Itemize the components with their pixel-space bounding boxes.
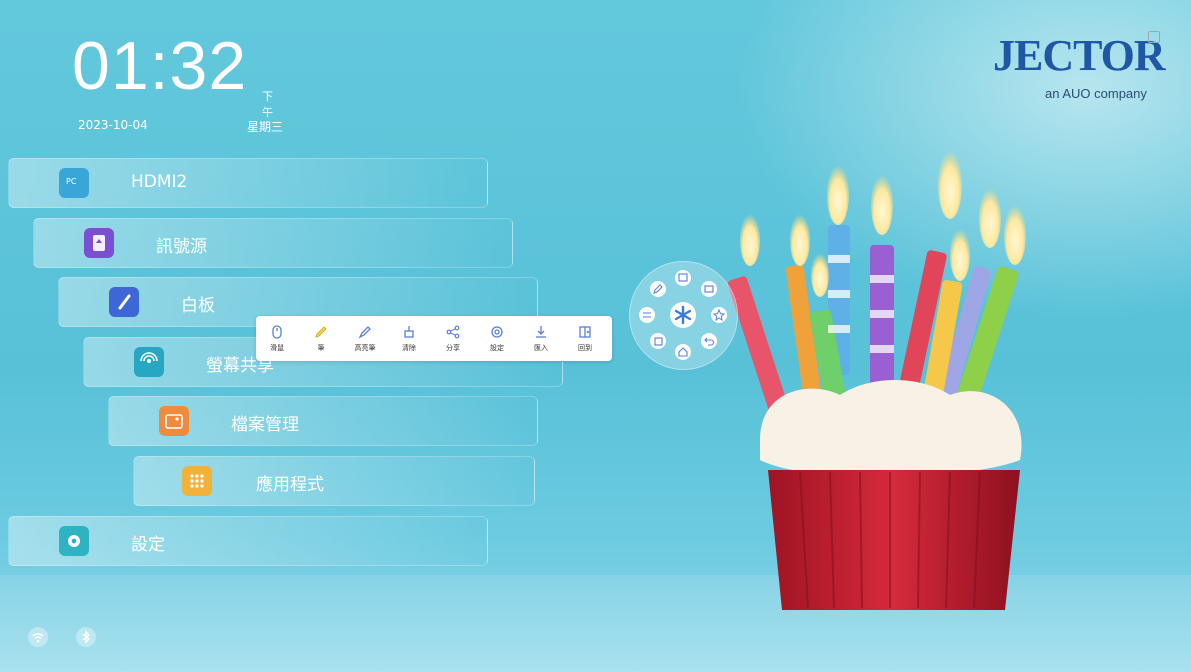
tool-settings[interactable]: 設定	[482, 324, 512, 353]
asterisk-icon	[674, 305, 692, 325]
tool-mouse[interactable]: 滑鼠	[262, 324, 292, 353]
wheel-home-button[interactable]	[675, 344, 691, 360]
wheel-back-button[interactable]	[701, 333, 717, 349]
menu-item-hdmi2[interactable]: PC HDMI2	[8, 158, 488, 208]
bluetooth-glyph	[76, 627, 96, 647]
clock-date: 2023-10-04	[78, 118, 148, 132]
menu-item-label: 白板	[181, 296, 215, 316]
apps-icon	[182, 466, 212, 496]
home-icon	[678, 347, 688, 357]
pen-icon	[653, 284, 663, 294]
menu-item-label: 檔案管理	[231, 415, 299, 435]
settings-glyph	[68, 535, 80, 547]
clock: 01:32 下午	[72, 28, 273, 119]
tool-highlighter[interactable]: 高亮筆	[350, 324, 380, 353]
copy-icon	[654, 337, 663, 346]
menu-item-label: 訊號源	[156, 237, 207, 257]
pen-icon	[315, 326, 327, 338]
screen-share-icon	[134, 347, 164, 377]
whiteboard-glyph	[118, 294, 131, 310]
tool-label: 清除	[402, 344, 416, 352]
tool-pen[interactable]: 筆	[306, 324, 336, 353]
jector-logo: JECTOR an AUO company	[993, 31, 1166, 101]
gear-icon	[491, 326, 503, 338]
clock-time: 01:32	[72, 28, 248, 104]
tool-label: 回到	[578, 344, 592, 352]
menu-item-file-manager[interactable]: 檔案管理	[108, 396, 538, 446]
screen-share-glyph	[140, 352, 158, 363]
window-icon	[678, 273, 688, 282]
source-glyph	[93, 235, 105, 251]
folder-icon	[159, 406, 189, 436]
wheel-center-button[interactable]	[670, 302, 696, 328]
tool-import[interactable]: 匯入	[526, 324, 556, 353]
back-icon	[704, 337, 715, 346]
wheel-copy-button[interactable]	[650, 333, 666, 349]
wheel-sliders-button[interactable]	[639, 307, 655, 323]
menu-item-label: 應用程式	[256, 475, 324, 495]
menu-item-label: HDMI2	[131, 172, 188, 192]
share-icon	[446, 325, 460, 339]
tool-label: 匯入	[534, 344, 548, 352]
wheel-pen-button[interactable]	[650, 281, 666, 297]
star-icon	[712, 308, 726, 322]
import-icon	[536, 326, 546, 338]
tool-label: 高亮筆	[354, 344, 376, 352]
clock-weekday: 星期三	[247, 120, 284, 134]
wheel-screen-button[interactable]	[701, 281, 717, 297]
menu-item-apps[interactable]: 應用程式	[133, 456, 535, 506]
wifi-glyph	[28, 627, 48, 647]
pc-icon: PC	[59, 168, 89, 198]
tool-share[interactable]: 分享	[438, 324, 468, 353]
tool-label: 滑鼠	[270, 344, 284, 352]
tool-label: 筆	[317, 344, 325, 352]
wheel-window-button[interactable]	[675, 270, 691, 286]
source-icon	[84, 228, 114, 258]
mouse-icon	[272, 325, 282, 339]
wifi-icon[interactable]	[27, 626, 49, 648]
tool-exit[interactable]: 回到	[570, 324, 600, 353]
tool-label: 設定	[490, 344, 504, 352]
highlighter-icon	[358, 326, 371, 339]
settings-sliders-icon	[643, 312, 651, 318]
folder-glyph	[165, 414, 183, 429]
wheel-star-button[interactable]	[711, 307, 727, 323]
cupcake-wallpaper	[727, 151, 1026, 610]
pc-icon-text: PC	[66, 177, 77, 186]
menu-item-source[interactable]: 訊號源	[33, 218, 513, 268]
brand-tagline: an AUO company	[1045, 86, 1147, 101]
bluetooth-icon[interactable]	[75, 626, 97, 648]
logo-badge-icon	[1148, 31, 1160, 43]
menu-item-settings[interactable]: 設定	[8, 516, 488, 566]
tool-eraser[interactable]: 清除	[394, 324, 424, 353]
menu-item-label: 設定	[131, 535, 165, 555]
floating-toolbar: 滑鼠 筆 高亮筆 清除 分享 設定 匯入 回到	[256, 316, 612, 361]
tool-label: 分享	[446, 344, 460, 352]
brand-name: JECTOR	[993, 31, 1166, 80]
exit-icon	[579, 326, 591, 338]
eraser-icon	[404, 326, 414, 338]
whiteboard-icon	[109, 287, 139, 317]
clock-ampm: 下午	[262, 90, 273, 119]
settings-icon	[59, 526, 89, 556]
apps-glyph	[190, 474, 204, 488]
floating-wheel-menu	[629, 261, 738, 370]
screen-icon	[704, 285, 714, 293]
